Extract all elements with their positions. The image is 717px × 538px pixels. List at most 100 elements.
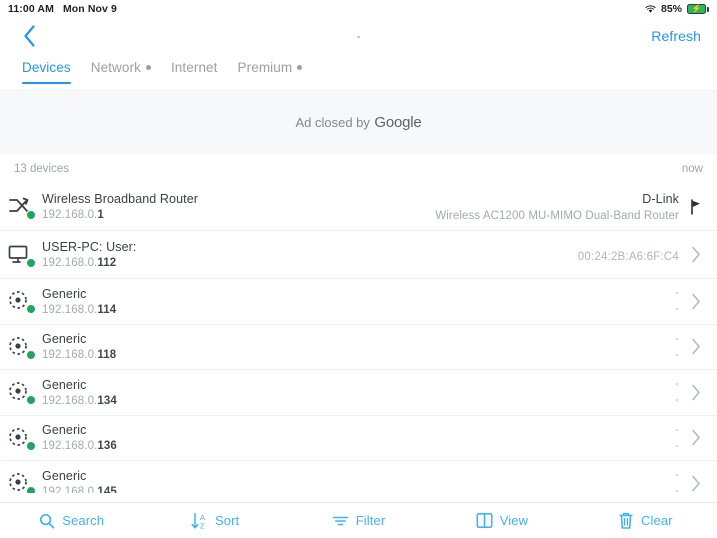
- battery-percent: 85%: [660, 3, 682, 15]
- tab-label: Devices: [22, 60, 71, 75]
- row-action[interactable]: [685, 384, 707, 401]
- device-ip: 192.168.0.1: [42, 209, 104, 221]
- tab-network[interactable]: Network: [81, 60, 161, 84]
- table-row[interactable]: Generic 192.168.0.136 - -: [0, 416, 717, 461]
- device-model: -: [675, 303, 679, 316]
- device-vendor: -: [675, 287, 679, 300]
- chevron-right-icon: [692, 338, 700, 355]
- device-info: Generic 192.168.0.114: [42, 287, 675, 316]
- back-button[interactable]: [16, 23, 42, 49]
- row-action[interactable]: [685, 246, 707, 263]
- sort-button[interactable]: A Z Sort: [143, 503, 286, 538]
- status-bar: 11:00 AM Mon Nov 9 85% ⚡: [0, 0, 717, 18]
- tab-active-indicator: [22, 81, 71, 84]
- navigation-bar: - Refresh: [0, 18, 717, 54]
- device-name: Generic: [42, 377, 87, 392]
- tab-label: Premium: [237, 60, 293, 75]
- device-ip: 192.168.0.114: [42, 303, 117, 316]
- device-vendor: -: [675, 469, 679, 482]
- chevron-right-icon: [692, 384, 700, 401]
- device-vendor: -: [675, 423, 679, 436]
- device-info: Generic 192.168.0.136: [42, 423, 675, 452]
- bottom-toolbar: Search A Z Sort Filter View Clear: [0, 502, 717, 538]
- toolbar-label: Clear: [641, 513, 673, 528]
- tab-bar: Devices Network Internet Premium: [0, 54, 717, 90]
- device-ip: 192.168.0.118: [42, 349, 117, 362]
- device-meta: - -: [675, 333, 685, 361]
- last-updated-label: now: [681, 162, 703, 175]
- device-vendor: -: [675, 332, 679, 345]
- view-columns-icon: [476, 512, 493, 529]
- device-list-header: 13 devices now: [0, 154, 717, 183]
- table-row[interactable]: Generic 192.168.0.118 - -: [0, 325, 717, 370]
- device-icon-cell: [8, 468, 42, 493]
- row-action[interactable]: [685, 338, 707, 355]
- app-screen: 11:00 AM Mon Nov 9 85% ⚡ - Refresh Devic…: [0, 0, 717, 538]
- row-action[interactable]: [685, 475, 707, 492]
- device-vendor: D-Link: [642, 191, 679, 206]
- tab-internet[interactable]: Internet: [161, 60, 228, 84]
- svg-text:Z: Z: [200, 521, 205, 530]
- tab-badge-dot: [145, 65, 151, 70]
- device-ip: 192.168.0.145: [42, 485, 117, 493]
- row-action[interactable]: [685, 429, 707, 446]
- chevron-right-icon: [692, 429, 700, 446]
- device-info: Generic 192.168.0.134: [42, 378, 675, 407]
- table-row[interactable]: Generic 192.168.0.134 - -: [0, 370, 717, 416]
- device-icon-cell: [8, 377, 42, 407]
- flag-icon: [691, 198, 700, 215]
- tab-label: Internet: [170, 60, 218, 75]
- device-meta: - -: [675, 378, 685, 406]
- page-title: -: [356, 29, 361, 43]
- table-row[interactable]: Wireless Broadband Router 192.168.0.1 D-…: [0, 183, 717, 231]
- device-model: -: [675, 348, 679, 361]
- chevron-right-icon: [692, 293, 700, 310]
- device-info: Generic 192.168.0.118: [42, 332, 675, 361]
- status-dot-online: [26, 257, 36, 268]
- search-button[interactable]: Search: [0, 503, 143, 538]
- device-name: USER-PC: User:: [42, 240, 137, 254]
- status-dot-online: [26, 440, 36, 451]
- table-row[interactable]: Generic 192.168.0.114 - -: [0, 279, 717, 325]
- toolbar-label: View: [499, 513, 529, 528]
- status-dot-online: [26, 395, 36, 406]
- filter-button[interactable]: Filter: [287, 503, 430, 538]
- status-dot-online: [26, 209, 36, 220]
- chevron-right-icon: [692, 475, 700, 492]
- device-list[interactable]: Wireless Broadband Router 192.168.0.1 D-…: [0, 183, 717, 493]
- tab-devices[interactable]: Devices: [12, 60, 81, 84]
- wifi-icon: [645, 4, 656, 14]
- table-row[interactable]: USER-PC: User: 192.168.0.112 00:24:2B:A6…: [0, 231, 717, 279]
- device-ip: 192.168.0.134: [42, 394, 117, 407]
- tab-premium[interactable]: Premium: [228, 60, 313, 84]
- device-info: USER-PC: User: 192.168.0.112: [42, 240, 578, 269]
- device-meta: 00:24:2B:A6:6F:C4: [578, 247, 685, 263]
- toolbar-label: Search: [62, 513, 105, 528]
- device-vendor: -: [675, 378, 679, 391]
- device-ip: 192.168.0.136: [42, 440, 117, 453]
- device-mac: 00:24:2B:A6:6F:C4: [577, 250, 679, 263]
- refresh-button[interactable]: Refresh: [651, 28, 701, 44]
- view-button[interactable]: View: [430, 503, 573, 538]
- device-name: Generic: [42, 423, 87, 438]
- device-model: -: [675, 439, 679, 452]
- row-action[interactable]: [685, 293, 707, 310]
- device-icon-cell: [8, 423, 42, 453]
- battery-charging-icon: ⚡: [687, 4, 709, 14]
- device-meta: D-Link Wireless AC1200 MU-MIMO Dual-Band…: [435, 192, 685, 222]
- ad-closed-label: Ad closed by: [295, 115, 370, 130]
- search-icon: [39, 513, 55, 529]
- row-action[interactable]: [685, 198, 707, 215]
- device-meta: - -: [675, 469, 685, 493]
- trash-icon: [618, 512, 634, 530]
- table-row[interactable]: Generic 192.168.0.145 - -: [0, 461, 717, 493]
- device-ip: 192.168.0.112: [42, 257, 117, 269]
- device-model: -: [675, 485, 679, 493]
- chevron-right-icon: [692, 246, 700, 263]
- ad-banner[interactable]: Ad closed by Google: [0, 90, 717, 154]
- status-dot-online: [26, 486, 36, 493]
- chevron-left-icon: [23, 25, 35, 47]
- device-name: Generic: [42, 468, 87, 483]
- clear-button[interactable]: Clear: [574, 503, 717, 538]
- device-count-label: 13 devices: [14, 162, 69, 175]
